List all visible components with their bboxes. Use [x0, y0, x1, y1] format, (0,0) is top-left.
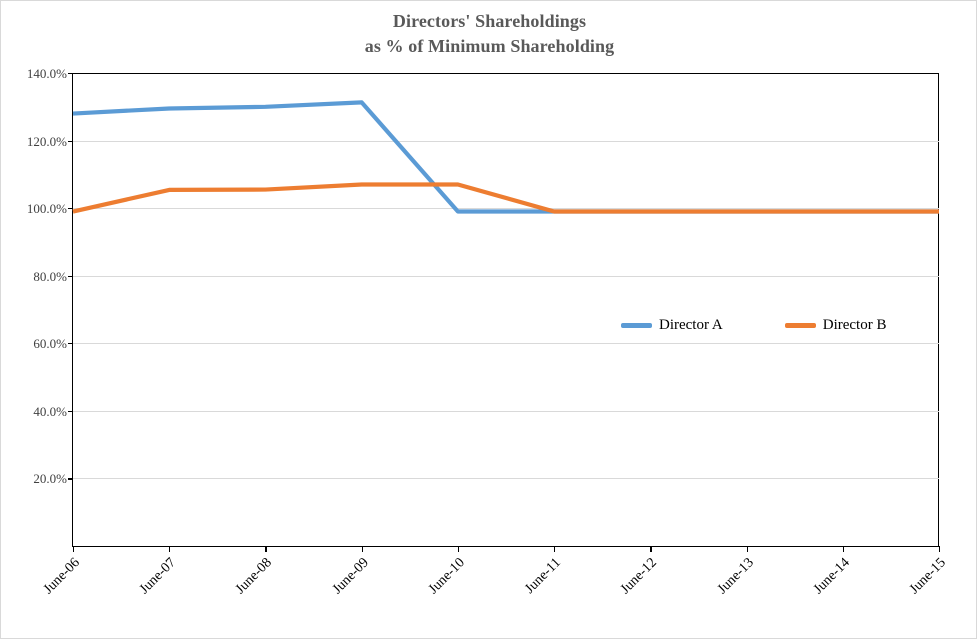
- x-axis-tick-label: June-08: [233, 555, 276, 598]
- x-axis-tick-label: June-10: [425, 555, 468, 598]
- x-axis-tick: [650, 546, 652, 552]
- x-axis-tick: [361, 546, 363, 552]
- x-axis-tick-label: June-09: [329, 555, 372, 598]
- chart-container: Directors' Shareholdings as % of Minimum…: [0, 0, 977, 639]
- series-line-director-a: [72, 100, 939, 214]
- chart-title: Directors' Shareholdings as % of Minimum…: [1, 9, 977, 59]
- x-axis-tick-label: June-12: [618, 555, 661, 598]
- y-axis-tick-label: 140.0%: [26, 66, 67, 81]
- legend-label-director-a: Director A: [659, 316, 723, 333]
- x-axis-tick-label: June-07: [137, 555, 180, 598]
- x-axis-tick: [939, 546, 941, 552]
- legend-label-director-b: Director B: [822, 316, 887, 333]
- y-axis-tick-label: 40.0%: [33, 403, 67, 419]
- x-axis-tick-label: June-15: [906, 555, 949, 598]
- x-axis-tick: [554, 546, 556, 552]
- x-axis-tick: [457, 546, 460, 552]
- x-axis-tick-label: June-13: [714, 555, 757, 598]
- legend-swatch-director-b: [784, 322, 816, 328]
- y-axis-tick-label: 120.0%: [26, 133, 67, 149]
- legend-swatch-director-a: [621, 322, 652, 328]
- y-axis-tick-label: 60.0%: [33, 336, 67, 352]
- x-axis-line: [72, 546, 939, 548]
- legend-entry-director-a[interactable]: Director A: [621, 316, 723, 333]
- x-axis-tick-label: June-11: [522, 555, 565, 597]
- chart-legend: Director A Director B: [621, 316, 886, 334]
- chart-title-line-1: Directors' Shareholdings: [392, 11, 587, 31]
- x-axis-tick-label: June-14: [810, 555, 853, 598]
- series-lines: [72, 100, 939, 214]
- x-axis-tick: [169, 546, 171, 552]
- plot-area: Director A Director B: [68, 73, 941, 552]
- x-axis-tick: [746, 546, 748, 552]
- x-axis-tick-label: June-06: [40, 555, 83, 598]
- series-line-director-b: [72, 182, 939, 214]
- x-axis-tick: [842, 546, 844, 552]
- x-axis-tick: [73, 546, 75, 552]
- y-axis-tick-label: 20.0%: [33, 471, 67, 487]
- y-axis-tick-label: 80.0%: [33, 268, 67, 284]
- y-axis-tick-label: 100.0%: [26, 201, 67, 217]
- x-axis-tick: [265, 546, 267, 552]
- chart-title-line-2: as % of Minimum Shareholding: [364, 36, 615, 56]
- legend-entry-director-b[interactable]: Director B: [784, 316, 887, 333]
